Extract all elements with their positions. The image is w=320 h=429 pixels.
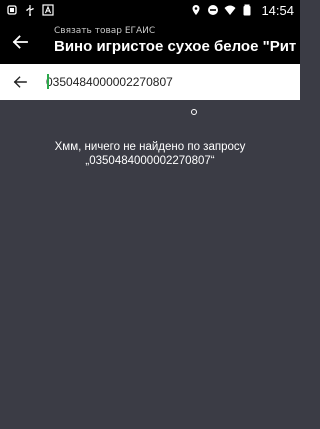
- search-bar: [0, 64, 300, 100]
- search-back-button[interactable]: [0, 64, 40, 100]
- status-right-icons: 14:54: [190, 3, 294, 18]
- status-bar: 14:54: [0, 0, 300, 20]
- page-title: Вино игристое сухое белое "Рит: [54, 38, 297, 55]
- usb-icon: [24, 4, 36, 16]
- status-left-icons: [6, 4, 54, 16]
- text-caret: [47, 74, 49, 89]
- empty-state-line-2: „0350484000002270807“: [85, 155, 215, 167]
- search-input[interactable]: [46, 71, 286, 93]
- status-time: 14:54: [261, 2, 294, 18]
- notification-icon: [6, 4, 18, 16]
- page-subtitle: Связать товар ЕГАИС: [54, 26, 156, 36]
- app-a-icon: [42, 4, 54, 16]
- arrow-back-icon: [13, 76, 27, 88]
- app-bar: Связать товар ЕГАИС Вино игристое сухое …: [0, 20, 300, 64]
- empty-state-line-1: Хмм, ничего не найдено по запросу: [54, 141, 246, 153]
- location-icon: [190, 4, 202, 16]
- arrow-back-icon: [12, 35, 28, 49]
- battery-icon: [241, 4, 253, 16]
- app-bar-titles: Связать товар ЕГАИС Вино игристое сухое …: [54, 25, 300, 57]
- empty-state-message: Хмм, ничего не найдено по запросу „03504…: [0, 140, 300, 168]
- back-button[interactable]: [0, 20, 40, 64]
- do-not-disturb-icon: [207, 4, 219, 16]
- touch-indicator: [191, 109, 197, 115]
- wifi-icon: [224, 4, 236, 16]
